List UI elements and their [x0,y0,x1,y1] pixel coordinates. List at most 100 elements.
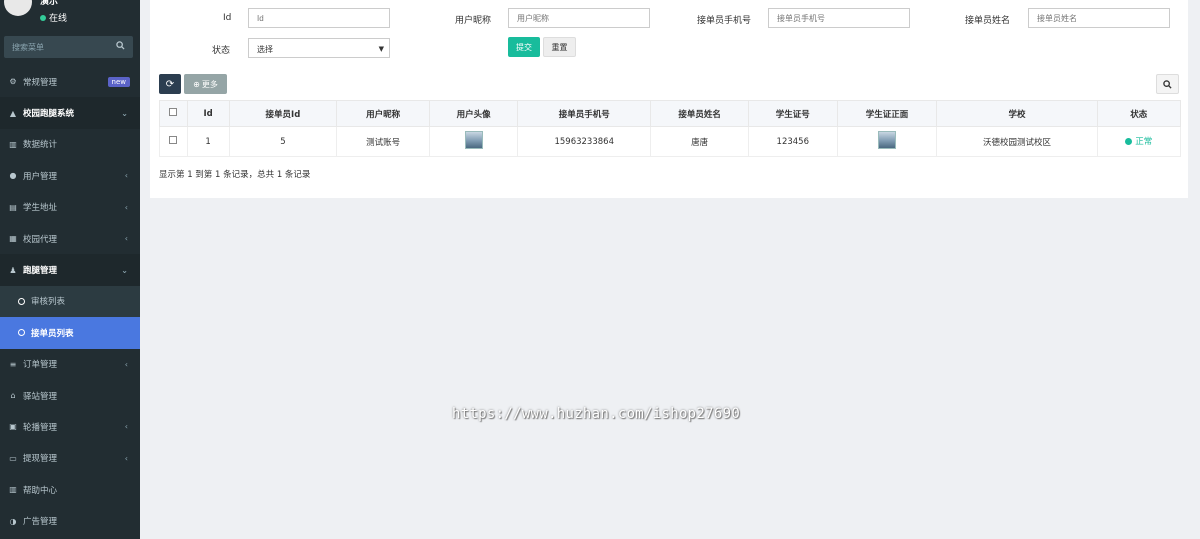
sidebar-item-label: 轮播管理 [23,422,58,433]
chevron-left-icon: ‹ [124,359,128,369]
avatar[interactable] [4,0,32,16]
sidebar-item-label: 跑腿管理 [23,266,58,277]
filter-name-label: 接单员姓名 [965,16,1011,26]
sidebar-item-campus-system[interactable]: ▲ 校园跑腿系统 ⌄ [0,97,140,129]
sidebar-item-withdrawals[interactable]: ▭ 提现管理 ‹ [0,443,140,474]
sidebar-item-errands[interactable]: ♟ 跑腿管理 ⌄ [0,254,140,286]
cell-avatar [428,126,519,157]
chevron-left-icon: ‹ [124,171,128,181]
sidebar-item-label: 接单员列表 [31,328,74,339]
student-card-thumbnail[interactable] [878,131,897,149]
half-circle-icon: ◑ [9,516,17,526]
row-checkbox[interactable] [169,136,178,144]
refresh-button[interactable]: ⟳ [159,74,181,94]
filter-phone-input[interactable] [768,8,910,28]
row-checkbox-cell[interactable] [159,126,188,157]
sidebar-item-label: 广告管理 [23,517,58,528]
cell-student-card [836,126,938,157]
filter-nickname-label: 用户昵称 [455,16,492,26]
plus-circle-icon: ⊕ [193,79,200,89]
sidebar-item-label: 校园代理 [23,234,58,245]
sidebar-item-label: 学生地址 [23,203,58,214]
filter-id-input[interactable] [248,8,390,28]
status-dot-icon [1125,137,1133,145]
chevron-left-icon: ‹ [124,234,128,244]
card-icon: ▭ [9,453,17,463]
column-header[interactable]: 学校 [936,100,1098,127]
more-button[interactable]: ⊕ 更多 [184,74,227,94]
sidebar-item-ads[interactable]: ◑ 广告管理 [0,505,140,536]
sidebar-item-statistics[interactable]: ▥ 数据统计 [0,129,140,160]
sidebar-item-help[interactable]: ▥ 帮助中心 [0,474,140,505]
user-name: 演示 [40,0,59,7]
chevron-left-icon: ‹ [124,202,128,212]
search-icon[interactable] [116,41,125,53]
submit-button[interactable]: 提交 [508,37,540,57]
filter-nickname-input[interactable] [508,8,650,28]
sidebar-item-rider-list[interactable]: 接单员列表 [0,317,140,349]
avatar-thumbnail[interactable] [464,131,483,149]
list-icon: ≡ [9,359,17,369]
column-header[interactable]: 学生证正面 [836,100,938,127]
search-placeholder: 搜索菜单 [12,43,44,52]
column-header[interactable]: 接单员手机号 [517,100,652,127]
sidebar-menu: ⚙ 常规管理 new ▲ 校园跑腿系统 ⌄ ▥ 数据统计 ● 用户管理 ‹ ▤ 学生地址 … [0,66,140,537]
select-all-checkbox[interactable] [169,108,178,116]
sidebar-item-agents[interactable]: ▦ 校园代理 ‹ [0,223,140,254]
sidebar-item-general[interactable]: ⚙ 常规管理 new [0,66,140,97]
sidebar-item-orders[interactable]: ≡ 订单管理 ‹ [0,349,140,380]
column-header[interactable]: 接单员Id [228,100,338,127]
sidebar-item-users[interactable]: ● 用户管理 ‹ [0,160,140,191]
chevron-down-icon: ⌄ [121,108,128,118]
user-status-label: 在线 [49,14,68,24]
cell-name: 唐唐 [650,126,749,157]
sidebar-item-label: 校园跑腿系统 [23,109,75,120]
column-header[interactable]: 接单员姓名 [650,100,749,127]
id-card-icon: ▤ [9,202,17,212]
sidebar-item-addresses[interactable]: ▤ 学生地址 ‹ [0,192,140,223]
column-header[interactable]: 用户头像 [428,100,519,127]
select-all-checkbox-cell[interactable] [159,100,188,127]
sidebar-item-stations[interactable]: ⌂ 驿站管理 [0,380,140,411]
reset-button[interactable]: 重置 [543,37,576,57]
list-box-icon: ▦ [9,234,17,244]
sidebar-item-review-list[interactable]: 审核列表 [0,285,140,318]
table-search-button[interactable] [1156,74,1179,94]
filter-status-select[interactable]: 选择 ▼ [248,38,390,58]
watermark-text: https://www.huzhan.com/ishop27690 [452,406,741,422]
cell-id: 1 [186,126,230,157]
graduation-cap-icon: ▲ [9,108,17,118]
chevron-down-icon: ⌄ [121,265,128,275]
home-icon: ⌂ [10,391,16,401]
main-panel: Id 用户昵称 接单员手机号 接单员姓名 状态 选择 ▼ 提交 重置 ⟳ ⊕更多… [150,0,1188,198]
column-header[interactable]: 学生证号 [748,100,838,127]
sidebar-item-label: 订单管理 [23,360,58,371]
refresh-icon: ⟳ [165,78,175,90]
user-circle-icon: ● [9,171,17,181]
table-row[interactable]: 1 5 测试账号 15963233864 唐唐 123456 沃德校园测试校区 … [159,126,1182,157]
user-status: 在线 [40,11,67,24]
sidebar-item-label: 数据统计 [23,140,58,151]
sidebar: 演示 在线 搜索菜单 ⚙ 常规管理 new ▲ 校园跑腿系统 ⌄ ▥ 数据统计 ● 用户… [0,0,140,539]
more-label: 更多 [201,79,218,89]
sidebar-item-label: 审核列表 [31,297,66,308]
chevron-left-icon: ‹ [124,422,128,432]
column-header[interactable]: 状态 [1096,100,1182,127]
filter-name-input[interactable] [1028,8,1170,28]
sidebar-item-label: 用户管理 [23,171,58,182]
status-select-value: 选择 [257,45,273,54]
online-dot-icon [40,14,46,21]
pagination-info: 显示第 1 到第 1 条记录，总共 1 条记录 [159,170,311,180]
column-header[interactable]: Id [186,100,230,127]
cell-student-no: 123456 [748,126,838,157]
sidebar-search-input[interactable]: 搜索菜单 [4,36,133,58]
caret-down-icon: ▼ [378,45,384,53]
sidebar-item-carousel[interactable]: ▣ 轮播管理 ‹ [0,411,140,442]
column-header[interactable]: 用户昵称 [336,100,430,127]
sidebar-item-label: 常规管理 [23,77,58,88]
new-badge: new [107,77,130,87]
cell-nickname: 测试账号 [336,126,430,157]
search-icon [1163,79,1172,89]
circle-icon [18,329,25,337]
riders-table: Id 接单员Id 用户昵称 用户头像 接单员手机号 接单员姓名 学生证号 学生证… [159,100,1182,157]
